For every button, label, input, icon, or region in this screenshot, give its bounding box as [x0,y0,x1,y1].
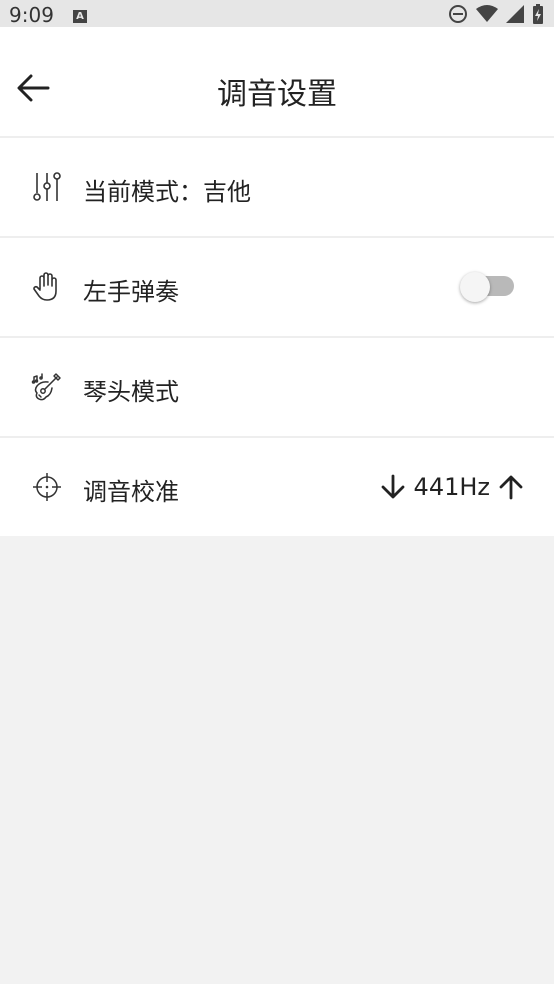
left-hand-label: 左手弹奏 [83,278,179,306]
status-icons [448,4,544,24]
app-bar: 调音设置 [0,27,554,138]
battery-icon [533,4,543,24]
toggle-knob [460,272,490,302]
calibration-row: 调音校准 441Hz [0,438,554,536]
page-title: 调音设置 [217,77,337,112]
signal-icon [506,5,524,23]
calibration-value: 441Hz [413,473,490,501]
guitar-icon [31,373,61,401]
calibration-label: 调音校准 [83,478,179,506]
left-hand-toggle[interactable] [460,272,516,302]
mode-label: 当前模式：吉他 [83,178,251,206]
headstock-label: 琴头模式 [83,378,179,406]
crosshair-icon [33,473,61,501]
status-bar: 9:09 A [0,0,554,27]
sliders-icon [33,172,61,201]
arrow-down-icon[interactable] [380,474,406,500]
arrow-up-icon[interactable] [498,474,524,500]
mode-row[interactable]: 当前模式：吉他 [0,138,554,238]
hand-icon [33,272,57,301]
wifi-icon [476,5,498,22]
dnd-icon [449,5,467,23]
notification-icon: A [73,10,87,23]
headstock-row[interactable]: 琴头模式 [0,338,554,438]
status-time: 9:09 [9,3,54,27]
calibration-control: 441Hz [380,472,524,502]
left-hand-row: 左手弹奏 [0,238,554,338]
